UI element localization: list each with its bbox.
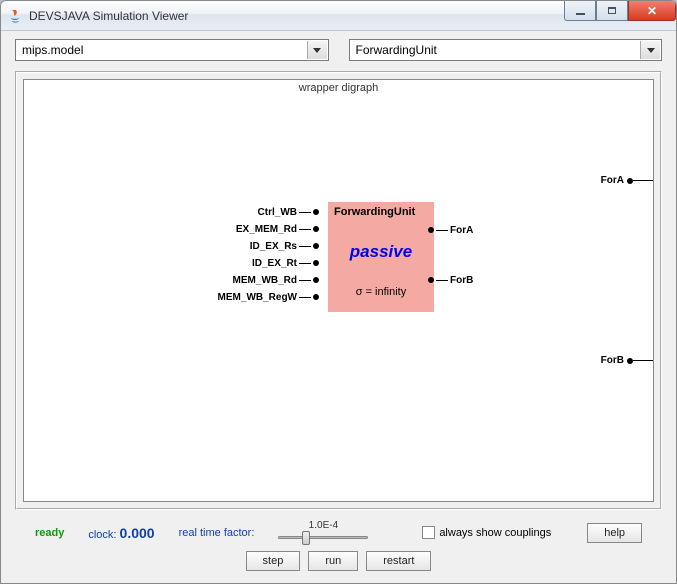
canvas-frame: wrapper digraph ForwardingUnit passive σ… [15, 71, 662, 510]
output-port: ForB [428, 275, 473, 285]
model-select-value: mips.model [22, 43, 83, 57]
selector-row: mips.model ForwardingUnit [15, 39, 662, 61]
java-icon [7, 8, 23, 24]
port-label: ID_EX_Rs [250, 241, 297, 252]
show-couplings-option[interactable]: always show couplings [422, 526, 551, 539]
port-label: EX_MEM_Rd [236, 224, 297, 235]
input-port: Ctrl_WB [258, 207, 319, 217]
status-row: ready clock: 0.000 real time factor: 1.0… [15, 520, 662, 545]
maximize-button[interactable] [596, 1, 628, 21]
minimize-button[interactable] [564, 1, 596, 21]
input-port: MEM_WB_RegW [218, 292, 319, 302]
port-label: ForA [601, 175, 624, 186]
external-port: ForB [601, 355, 653, 366]
rtf-slider-wrap: 1.0E-4 [278, 520, 368, 545]
digraph-title: wrapper digraph [299, 82, 379, 94]
bottom-bar: ready clock: 0.000 real time factor: 1.0… [15, 520, 662, 571]
input-port: MEM_WB_Rd [233, 275, 319, 285]
checkbox-icon[interactable] [422, 526, 435, 539]
output-port: ForA [428, 225, 473, 235]
forwarding-unit-block[interactable]: ForwardingUnit passive σ = infinity [328, 202, 434, 312]
slider-thumb[interactable] [302, 531, 310, 545]
clock-section: clock: 0.000 [88, 525, 154, 541]
simulation-canvas[interactable]: wrapper digraph ForwardingUnit passive σ… [23, 79, 654, 502]
window-title: DEVSJAVA Simulation Viewer [29, 9, 188, 23]
input-port: ID_EX_Rs [250, 241, 319, 251]
model-select[interactable]: mips.model [15, 39, 329, 61]
port-label: ID_EX_Rt [252, 258, 297, 269]
status-label: ready [35, 527, 64, 539]
help-button[interactable]: help [587, 523, 642, 543]
block-title: ForwardingUnit [334, 206, 428, 218]
port-label: MEM_WB_Rd [233, 275, 297, 286]
run-button[interactable]: run [308, 551, 358, 571]
checkbox-label: always show couplings [439, 527, 551, 539]
input-port: ID_EX_Rt [252, 258, 319, 268]
block-sigma: σ = infinity [334, 286, 428, 298]
restart-button[interactable]: restart [366, 551, 431, 571]
port-label: ForB [601, 355, 624, 366]
app-window: DEVSJAVA Simulation Viewer mips.model Fo… [0, 0, 677, 584]
port-label: ForB [450, 275, 473, 286]
input-port: EX_MEM_Rd [236, 224, 319, 234]
view-select-value: ForwardingUnit [356, 43, 437, 57]
clock-label: clock: [88, 529, 116, 541]
rtf-label: real time factor: [179, 527, 255, 539]
titlebar[interactable]: DEVSJAVA Simulation Viewer [1, 1, 676, 31]
slider-track [278, 536, 368, 539]
rtf-slider[interactable] [278, 529, 368, 545]
control-buttons: step run restart [15, 551, 662, 571]
port-label: Ctrl_WB [258, 207, 297, 218]
clock-value: 0.000 [120, 525, 155, 541]
close-button[interactable] [628, 1, 676, 21]
port-label: MEM_WB_RegW [218, 292, 297, 303]
chevron-down-icon [307, 41, 327, 59]
view-select[interactable]: ForwardingUnit [349, 39, 663, 61]
window-controls [564, 1, 676, 21]
block-state: passive [334, 242, 428, 262]
chevron-down-icon [640, 41, 660, 59]
port-label: ForA [450, 225, 473, 236]
content-pane: mips.model ForwardingUnit wrapper digrap… [1, 31, 676, 583]
external-port: ForA [601, 175, 653, 186]
step-button[interactable]: step [246, 551, 301, 571]
